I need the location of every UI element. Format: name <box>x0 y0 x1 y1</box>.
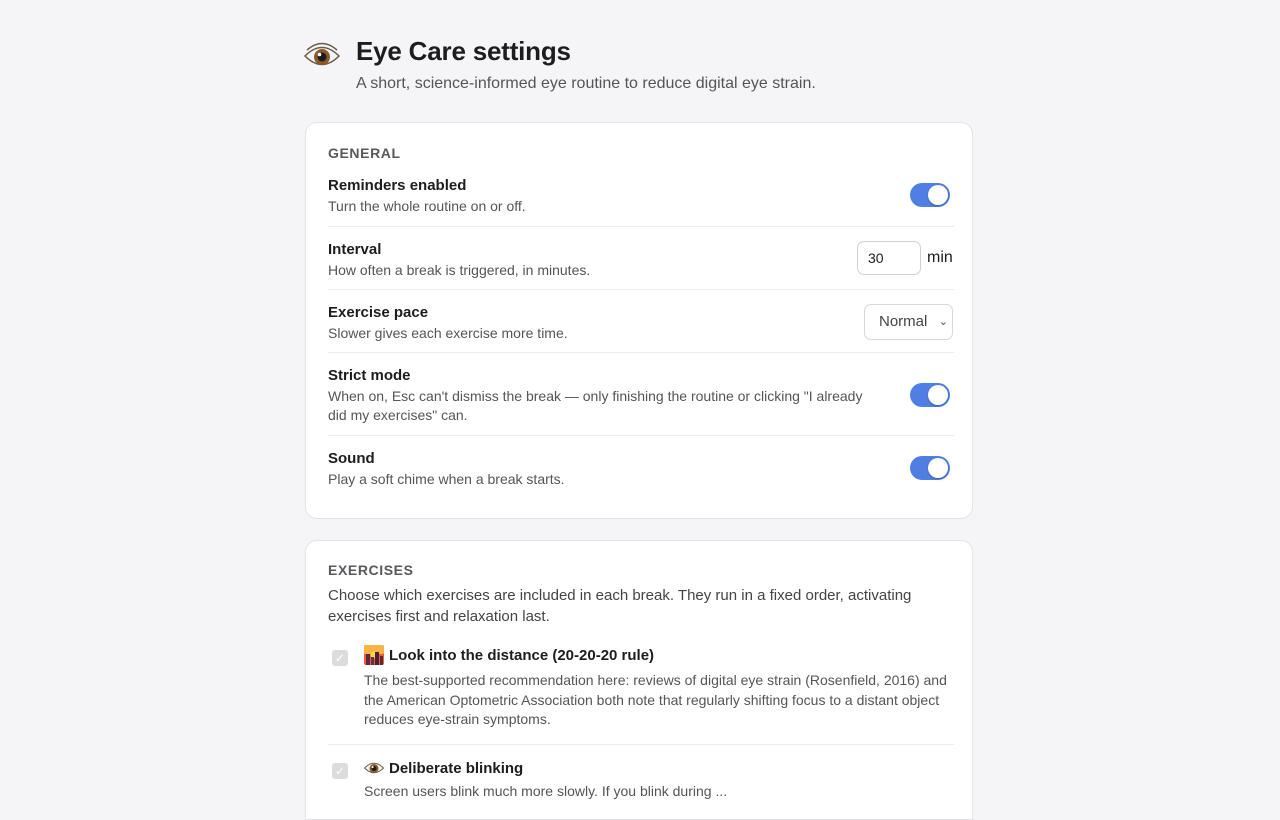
general-card: GENERAL Reminders enabled Turn the whole… <box>305 122 973 519</box>
sound-desc: Play a soft chime when a break starts. <box>328 471 565 487</box>
sound-label: Sound <box>328 450 375 467</box>
reminders-label: Reminders enabled <box>328 177 467 194</box>
general-section-title: GENERAL <box>328 145 401 161</box>
exercises-intro: Choose which exercises are included in e… <box>328 587 912 625</box>
pace-select[interactable]: Normal ⌄ <box>864 304 953 340</box>
exercise-checkbox[interactable]: ✓ <box>332 763 348 779</box>
interval-input[interactable] <box>857 241 921 275</box>
divider <box>328 435 954 436</box>
page-title: Eye Care settings <box>356 36 571 66</box>
reminders-toggle[interactable] <box>910 183 950 207</box>
settings-page: Eye Care settings A short, science-infor… <box>0 0 1280 820</box>
exercise-title: Deliberate blinking <box>389 760 524 777</box>
interval-unit: min <box>927 249 953 266</box>
eye-icon <box>364 762 384 774</box>
exercise-desc: The best-supported recommendation here: … <box>364 672 947 727</box>
sunset-city-icon <box>364 645 384 665</box>
strict-row: Strict mode When on, Esc can't dismiss t… <box>328 367 876 425</box>
eye-icon <box>304 42 340 66</box>
chevron-down-icon: ⌄ <box>938 316 948 328</box>
divider <box>328 744 954 745</box>
page-subtitle: A short, science-informed eye routine to… <box>356 75 816 92</box>
toggle-knob <box>928 458 948 478</box>
exercises-section-title: EXERCISES <box>328 562 414 578</box>
pace-desc: Slower gives each exercise more time. <box>328 325 568 341</box>
divider <box>328 352 954 353</box>
divider <box>328 289 954 290</box>
exercise-item: ✓ Deliberate blinking Screen users blink… <box>328 758 954 818</box>
strict-desc: When on, Esc can't dismiss the break — o… <box>328 388 863 423</box>
pace-select-value: Normal <box>879 313 928 330</box>
exercise-title: Look into the distance (20-20-20 rule) <box>389 647 655 664</box>
strict-toggle[interactable] <box>910 383 950 407</box>
exercise-item: ✓ Look into the distance (20-20-20 rule)… <box>328 645 954 735</box>
toggle-knob <box>928 385 948 405</box>
reminders-row: Reminders enabled Turn the whole routine… <box>328 177 954 216</box>
sound-toggle[interactable] <box>910 456 950 480</box>
divider <box>328 226 954 227</box>
toggle-knob <box>928 185 948 205</box>
exercise-desc: Screen users blink much more slowly. If … <box>364 783 728 799</box>
exercises-card: EXERCISES Choose which exercises are inc… <box>305 540 973 820</box>
exercise-checkbox[interactable]: ✓ <box>332 650 348 666</box>
pace-label: Exercise pace <box>328 304 429 321</box>
reminders-desc: Turn the whole routine on or off. <box>328 198 526 214</box>
strict-label: Strict mode <box>328 367 411 384</box>
pace-row: Exercise pace Slower gives each exercise… <box>328 304 954 343</box>
sound-row: Sound Play a soft chime when a break sta… <box>328 450 954 489</box>
